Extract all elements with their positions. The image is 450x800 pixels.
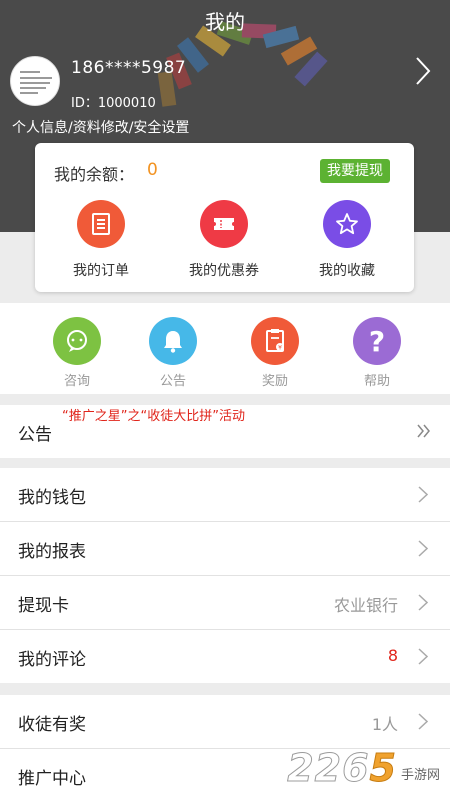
chevron-right-icon[interactable] [414,56,432,86]
balance-value: 0 [147,160,158,180]
notice-text[interactable]: “推广之星”之“收徒大比拼”活动 [62,405,245,424]
order-icon [77,200,125,248]
menu-row-title: 推广中心 [18,769,86,789]
my-orders-label: 我的订单 [73,263,129,279]
menu-row-title: 我的报表 [18,542,86,562]
profile-settings-link[interactable]: 个人信息/资料修改/安全设置 [12,117,189,137]
quick-actions: 咨询 公告 ¥ 奖励 ? 帮助 [0,303,450,394]
site-watermark: 22 6 5 手游网 [287,745,440,791]
menu-row-comments[interactable]: 我的评论 8 [0,630,450,683]
menu-row-report[interactable]: 我的报表 [0,522,450,575]
my-coupons-label: 我的优惠券 [189,263,259,279]
chevron-right-icon [418,486,428,503]
double-chevron-icon[interactable] [416,422,432,440]
consult-label: 咨询 [63,374,90,389]
svg-text:?: ? [369,326,385,356]
reward-label: 奖励 [261,374,288,389]
my-coupons-button[interactable]: 我的优惠券 [164,200,284,280]
star-icon [323,200,371,248]
chat-icon [53,317,101,365]
bank-name-value: 农业银行 [333,596,398,615]
watermark-number: 5 [369,746,397,791]
menu-row-withdraw-card[interactable]: 提现卡 农业银行 [0,576,450,629]
watermark-site: 手游网 [400,768,440,783]
chevron-right-icon [418,540,428,557]
wallet-card: 我的余额： 0 我要提现 我的订单 我的优惠券 我的收藏 [35,143,414,292]
help-label: 帮助 [363,374,390,389]
notice-label: 公告 [18,425,52,445]
chevron-right-icon [418,594,428,611]
reward-icon: ¥ [251,317,299,365]
bell-icon [149,317,197,365]
page-title: 我的 [205,10,245,34]
announcement-button[interactable]: 公告 [128,317,218,392]
watermark-number: 6 [342,746,370,791]
menu-row-title: 提现卡 [18,596,69,616]
watermark-number: 22 [287,746,343,791]
menu-row-apprentice-reward[interactable]: 收徒有奖 1人 [0,695,450,748]
menu-row-title: 我的评论 [18,650,86,670]
phone-number: 186****5987 [71,58,187,78]
chevron-right-icon [418,713,428,730]
svg-text:¥: ¥ [278,345,282,352]
menu-row-wallet[interactable]: 我的钱包 [0,468,450,521]
coupon-icon [200,200,248,248]
consult-button[interactable]: 咨询 [32,317,122,392]
comment-count-badge: 8 [387,646,398,665]
balance-label: 我的余额： [54,165,135,184]
help-icon: ? [353,317,401,365]
withdraw-button[interactable]: 我要提现 [320,159,390,183]
apprentice-count-value: 1人 [371,715,398,734]
user-id: ID：1000010 [71,96,156,111]
help-button[interactable]: ? 帮助 [332,317,422,392]
my-favorites-label: 我的收藏 [319,263,375,279]
menu-row-title: 收徒有奖 [18,715,86,735]
avatar[interactable] [10,56,60,106]
announcement-label: 公告 [159,374,186,389]
my-orders-button[interactable]: 我的订单 [41,200,161,280]
menu-row-title: 我的钱包 [18,488,86,508]
chevron-right-icon [418,648,428,665]
reward-button[interactable]: ¥ 奖励 [230,317,320,392]
notice-bar[interactable]: 公告 “推广之星”之“收徒大比拼”活动 [0,405,450,458]
my-favorites-button[interactable]: 我的收藏 [287,200,407,280]
